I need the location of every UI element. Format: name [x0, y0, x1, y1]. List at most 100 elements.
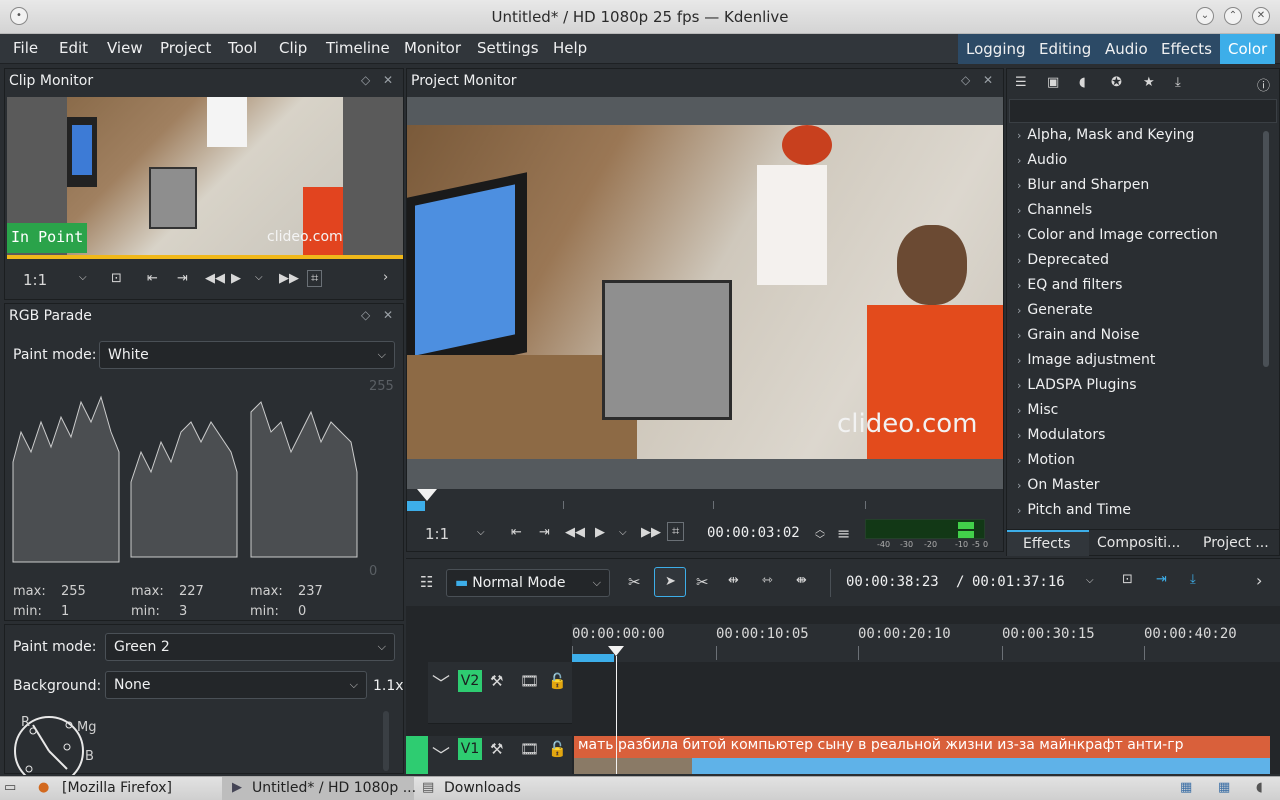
menu-monitor[interactable]: Monitor — [404, 39, 461, 57]
spacer-icon[interactable]: ⇹ — [728, 573, 739, 588]
timeline-ruler[interactable]: 00:00:00:00 00:00:10:05 00:00:20:10 00:0… — [572, 624, 1280, 662]
tree-item[interactable]: › Alpha, Mask and Keying — [1017, 127, 1194, 143]
set-in-icon[interactable]: ⇤ — [147, 271, 158, 286]
clip-zoom[interactable]: 1:1 — [23, 271, 47, 289]
volume-icon[interactable]: ◖ — [1256, 780, 1263, 795]
timeline-playhead-marker[interactable] — [608, 646, 624, 656]
insert-icon[interactable]: ⇥ — [1156, 572, 1167, 587]
chevron-down-icon[interactable]: ⌵ — [1086, 575, 1094, 586]
lock-icon[interactable]: 🔓 — [548, 672, 567, 690]
fit-zoom-icon[interactable]: ⊡ — [1122, 572, 1133, 587]
chevron-down-icon[interactable]: ⌵ — [79, 272, 87, 283]
timeline-clip[interactable]: мать разбила битой компьютер сыну в реал… — [574, 736, 1270, 774]
forward-icon[interactable]: ▶▶ — [279, 271, 299, 286]
film-icon[interactable]: 🎞 — [520, 740, 539, 758]
chevron-right-icon[interactable]: › — [383, 270, 388, 285]
playhead-marker[interactable] — [417, 489, 437, 501]
close-panel-icon[interactable]: ✕ — [383, 308, 393, 322]
menu-settings[interactable]: Settings — [477, 39, 539, 57]
chevron-down-icon[interactable]: ⌵ — [255, 272, 263, 283]
spin-down-icon[interactable]: ﹀ — [815, 531, 825, 546]
effects-scrollbar[interactable] — [1263, 131, 1269, 367]
cut-icon[interactable]: ✂ — [696, 573, 709, 591]
timeline-mode-select[interactable]: ▬ Normal Mode ⌵ — [446, 569, 610, 597]
float-icon[interactable]: ◇ — [361, 308, 370, 322]
close-icon[interactable]: ✕ — [1252, 7, 1270, 25]
film-icon[interactable]: 🎞 — [520, 672, 539, 690]
clip-monitor-video[interactable]: clideo.com In Point — [7, 97, 403, 255]
workspace-effects[interactable]: Effects — [1153, 34, 1220, 64]
slip-icon[interactable]: ⇼ — [796, 573, 807, 588]
razor-all-icon[interactable]: ✂ — [628, 573, 641, 591]
close-panel-icon[interactable]: ✕ — [983, 73, 993, 87]
track-name-v2[interactable]: V2 — [458, 670, 482, 692]
custom-effects-icon[interactable]: ✪ — [1111, 75, 1122, 90]
chevron-down-icon[interactable]: ⌵ — [619, 527, 627, 538]
close-panel-icon[interactable]: ✕ — [383, 73, 393, 87]
tree-item[interactable]: › Channels — [1017, 202, 1092, 218]
download-icon[interactable]: ⤓ — [1175, 75, 1181, 90]
menu-clip[interactable]: Clip — [279, 39, 307, 57]
show-desktop-icon[interactable]: ▭ — [4, 780, 16, 795]
menu-project[interactable]: Project — [160, 39, 211, 57]
minimize-icon[interactable]: ⌄ — [1196, 7, 1214, 25]
background-select[interactable]: None ⌵ — [105, 671, 367, 699]
taskbar-item-downloads[interactable]: Downloads — [444, 780, 521, 796]
crop-icon[interactable]: ⌗ — [307, 270, 323, 287]
tree-item[interactable]: › Grain and Noise — [1017, 327, 1139, 343]
info-icon[interactable]: ⓘ — [1257, 75, 1270, 94]
project-monitor-ruler[interactable] — [407, 489, 1003, 511]
maximize-icon[interactable]: ⌃ — [1224, 7, 1242, 25]
tree-item[interactable]: › Generate — [1017, 302, 1093, 318]
menu-timeline[interactable]: Timeline — [326, 39, 390, 57]
tree-item[interactable]: › EQ and filters — [1017, 277, 1122, 293]
tree-item[interactable]: › On Master — [1017, 477, 1100, 493]
audio-icon[interactable]: ◖ — [1079, 75, 1086, 90]
paint-mode-select[interactable]: White ⌵ — [99, 341, 395, 369]
crop-icon[interactable]: ⌗ — [667, 522, 685, 541]
chevron-down-icon[interactable]: ⌵ — [477, 527, 485, 538]
effect-wand-icon[interactable]: ⚒ — [490, 672, 503, 690]
gain-slider[interactable] — [383, 711, 389, 771]
menu-tool[interactable]: Tool — [228, 39, 257, 57]
chevron-right-icon[interactable]: › — [1256, 571, 1262, 590]
lock-icon[interactable]: 🔓 — [548, 740, 567, 758]
workspace-logging[interactable]: Logging — [958, 34, 1034, 64]
play-icon[interactable]: ▶ — [231, 271, 241, 286]
tree-item[interactable]: › Color and Image correction — [1017, 227, 1218, 243]
workspace-audio[interactable]: Audio — [1097, 34, 1156, 64]
tray-icon[interactable]: ▦ — [1180, 780, 1192, 795]
float-icon[interactable]: ◇ — [961, 73, 970, 87]
tree-item[interactable]: › Audio — [1017, 152, 1067, 168]
tab-effects[interactable]: Effects — [1007, 530, 1089, 556]
track-active-indicator[interactable] — [406, 736, 428, 774]
overwrite-icon[interactable]: ⤓ — [1190, 572, 1196, 587]
save-icon[interactable]: ▣ — [1047, 75, 1059, 90]
effect-wand-icon[interactable]: ⚒ — [490, 740, 503, 758]
list-icon[interactable]: ☰ — [1015, 75, 1027, 90]
float-icon[interactable]: ◇ — [361, 73, 370, 87]
project-monitor-canvas[interactable]: clideo.com — [407, 97, 1003, 489]
tab-project[interactable]: Project ... — [1203, 535, 1269, 551]
taskbar-item-firefox[interactable]: [Mozilla Firefox] — [62, 780, 172, 796]
select-tool-button[interactable]: ➤ — [654, 567, 686, 597]
tree-item[interactable]: › LADSPA Plugins — [1017, 377, 1137, 393]
tree-item[interactable]: › Misc — [1017, 402, 1058, 418]
overlay-icon[interactable]: ⊡ — [111, 271, 122, 286]
tab-compositions[interactable]: Compositi... — [1097, 535, 1180, 551]
play-icon[interactable]: ▶ — [595, 525, 605, 540]
rewind-icon[interactable]: ◀◀ — [205, 271, 225, 286]
tree-item[interactable]: › Pitch and Time — [1017, 502, 1131, 518]
project-zoom[interactable]: 1:1 — [425, 525, 449, 543]
tree-item[interactable]: › Motion — [1017, 452, 1075, 468]
collapse-icon[interactable]: ﹀ — [432, 742, 450, 768]
ripple-icon[interactable]: ⇿ — [762, 573, 773, 588]
menu-file[interactable]: File — [13, 39, 38, 57]
hamburger-menu-icon[interactable]: ≡ — [837, 524, 850, 543]
vectorscope-paint-mode-select[interactable]: Green 2 ⌵ — [105, 633, 395, 661]
set-in-icon[interactable]: ⇤ — [511, 525, 522, 540]
timeline-position[interactable]: 00:00:38:23 — [846, 574, 939, 590]
track-name-v1[interactable]: V1 — [458, 738, 482, 760]
menu-edit[interactable]: Edit — [59, 39, 88, 57]
collapse-icon[interactable]: ﹀ — [432, 670, 450, 696]
